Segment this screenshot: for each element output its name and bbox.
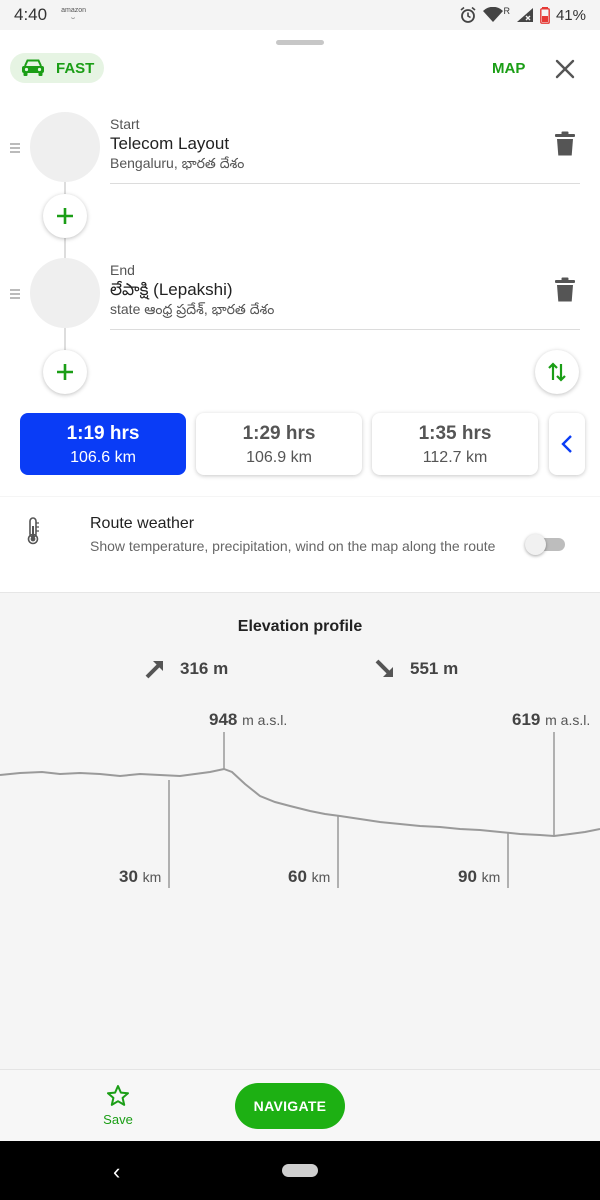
delete-end-icon[interactable] bbox=[554, 277, 576, 303]
distance-label-30: 30 km bbox=[119, 867, 162, 886]
sheet-drag-handle[interactable] bbox=[276, 40, 324, 45]
back-icon[interactable]: ‹ bbox=[113, 1159, 120, 1185]
network-type-label: R bbox=[503, 6, 510, 16]
distance-label-90: 90 km bbox=[458, 867, 501, 886]
navigate-button[interactable]: NAVIGATE bbox=[235, 1083, 345, 1129]
status-time: 4:40 bbox=[14, 5, 48, 24]
divider bbox=[110, 329, 580, 330]
elevation-profile: Elevation profile 316 m 551 m 948 m a.s.… bbox=[0, 594, 600, 1069]
add-destination-button[interactable] bbox=[43, 350, 87, 394]
delete-start-icon[interactable] bbox=[554, 131, 576, 157]
alarm-icon bbox=[460, 6, 476, 23]
signal-icon bbox=[516, 8, 533, 22]
arrow-up-right-icon bbox=[145, 661, 163, 679]
bottom-action-bar: Save NAVIGATE bbox=[0, 1069, 600, 1141]
wifi-icon bbox=[483, 7, 504, 22]
min-elevation-label: 619 m a.s.l. bbox=[512, 710, 591, 729]
route-weather-description: Show temperature, precipitation, wind on… bbox=[90, 538, 496, 554]
route-option[interactable]: 1:19 hrs 106.6 km bbox=[20, 413, 186, 475]
arrow-down-right-icon bbox=[375, 659, 393, 677]
status-icons: R 41% bbox=[459, 6, 586, 24]
start-location-region: Bengaluru, భారత దేశం bbox=[110, 155, 245, 171]
divider bbox=[110, 183, 580, 184]
route-weather-toggle[interactable] bbox=[525, 534, 567, 555]
end-drag-handle[interactable] bbox=[10, 289, 20, 301]
route-duration: 1:29 hrs bbox=[242, 423, 316, 444]
plus-icon bbox=[57, 364, 73, 380]
descent-value: 551 m bbox=[410, 659, 459, 678]
start-location-name[interactable]: Telecom Layout bbox=[110, 134, 229, 154]
chevron-left-icon bbox=[561, 435, 572, 453]
thermometer-icon bbox=[27, 517, 39, 545]
route-distance: 106.6 km bbox=[70, 449, 136, 466]
start-point-marker bbox=[30, 112, 100, 182]
save-label: Save bbox=[103, 1112, 133, 1127]
elevation-line bbox=[0, 767, 600, 838]
total-ascent: 316 m bbox=[144, 658, 228, 680]
swap-vertical-icon bbox=[548, 362, 566, 382]
car-icon bbox=[22, 59, 44, 76]
route-options: 1:19 hrs 106.6 km 1:29 hrs 106.9 km 1:35… bbox=[0, 413, 600, 475]
system-navigation-bar: ‹ bbox=[0, 1141, 600, 1200]
route-weather-row[interactable]: Route weather Show temperature, precipit… bbox=[0, 497, 600, 593]
ascent-value: 316 m bbox=[180, 659, 229, 678]
route-distance: 106.9 km bbox=[246, 449, 312, 466]
route-distance: 112.7 km bbox=[422, 449, 488, 466]
battery-icon bbox=[540, 6, 550, 24]
home-pill-button[interactable] bbox=[282, 1164, 318, 1177]
elevation-title: Elevation profile bbox=[237, 618, 363, 635]
plus-icon bbox=[57, 208, 73, 224]
more-routes-button[interactable] bbox=[549, 413, 585, 475]
start-drag-handle[interactable] bbox=[10, 143, 20, 155]
close-icon[interactable] bbox=[552, 56, 578, 82]
amazon-notification-icon: amazon ⌣ bbox=[61, 7, 86, 22]
distance-label-60: 60 km bbox=[288, 867, 331, 886]
route-option[interactable]: 1:29 hrs 106.9 km bbox=[196, 413, 362, 475]
route-option[interactable]: 1:35 hrs 112.7 km bbox=[372, 413, 538, 475]
star-outline-icon bbox=[107, 1085, 129, 1106]
end-point-marker bbox=[30, 258, 100, 328]
status-bar: 4:40 amazon ⌣ R 41% bbox=[0, 0, 600, 30]
end-label: End bbox=[110, 262, 135, 278]
elevation-chart bbox=[0, 732, 600, 888]
save-button[interactable]: Save bbox=[98, 1084, 138, 1127]
toggle-knob bbox=[525, 534, 546, 555]
route-duration: 1:19 hrs bbox=[66, 423, 140, 444]
battery-percent: 41% bbox=[555, 6, 586, 24]
end-location-region: state ఆంధ్ర ప్రదేశ్, భారత దేశం bbox=[110, 301, 275, 317]
route-duration: 1:35 hrs bbox=[418, 423, 492, 444]
max-elevation-label: 948 m a.s.l. bbox=[209, 710, 288, 729]
route-mode-label: FAST bbox=[56, 59, 95, 77]
add-stop-button[interactable] bbox=[43, 194, 87, 238]
swap-points-button[interactable] bbox=[535, 350, 579, 394]
route-weather-title: Route weather bbox=[90, 515, 195, 532]
map-button[interactable]: MAP bbox=[492, 60, 525, 77]
route-mode-chip[interactable]: FAST bbox=[10, 53, 105, 83]
start-label: Start bbox=[110, 116, 140, 132]
total-descent: 551 m bbox=[374, 658, 458, 680]
